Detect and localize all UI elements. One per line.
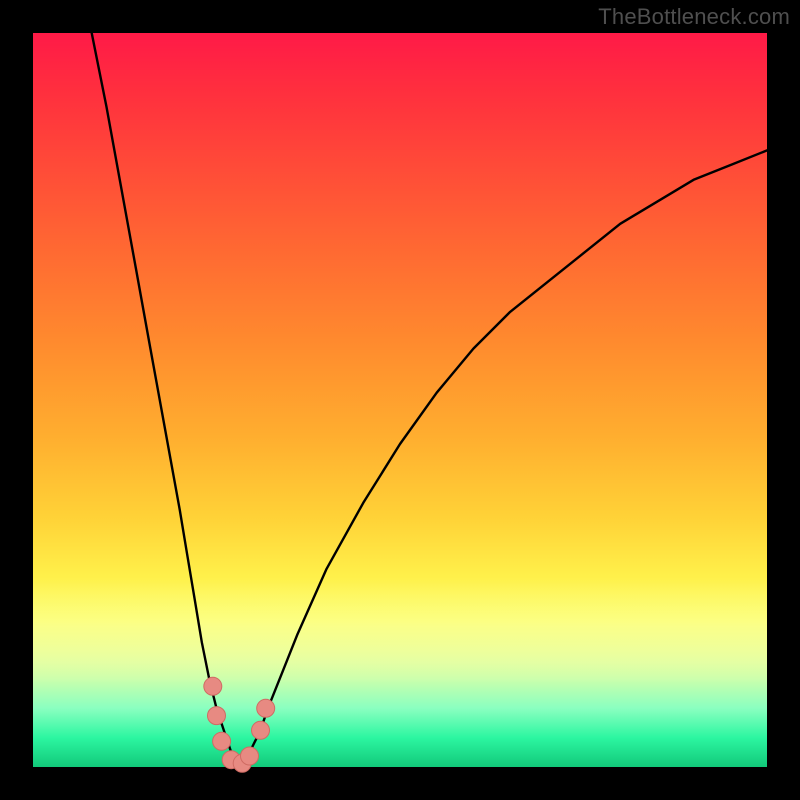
curve-layer [33,33,767,767]
data-marker [252,721,270,739]
curve-left-branch [92,33,239,767]
haze-band [33,580,767,683]
data-marker [208,707,226,725]
chart-frame: TheBottleneck.com [0,0,800,800]
data-marker [213,732,231,750]
data-marker [241,747,259,765]
data-marker [222,751,240,769]
data-marker [257,699,275,717]
curve-right-branch [239,150,768,767]
data-marker [233,754,251,772]
watermark-text: TheBottleneck.com [598,4,790,30]
plot-area [33,33,767,767]
data-marker [204,677,222,695]
